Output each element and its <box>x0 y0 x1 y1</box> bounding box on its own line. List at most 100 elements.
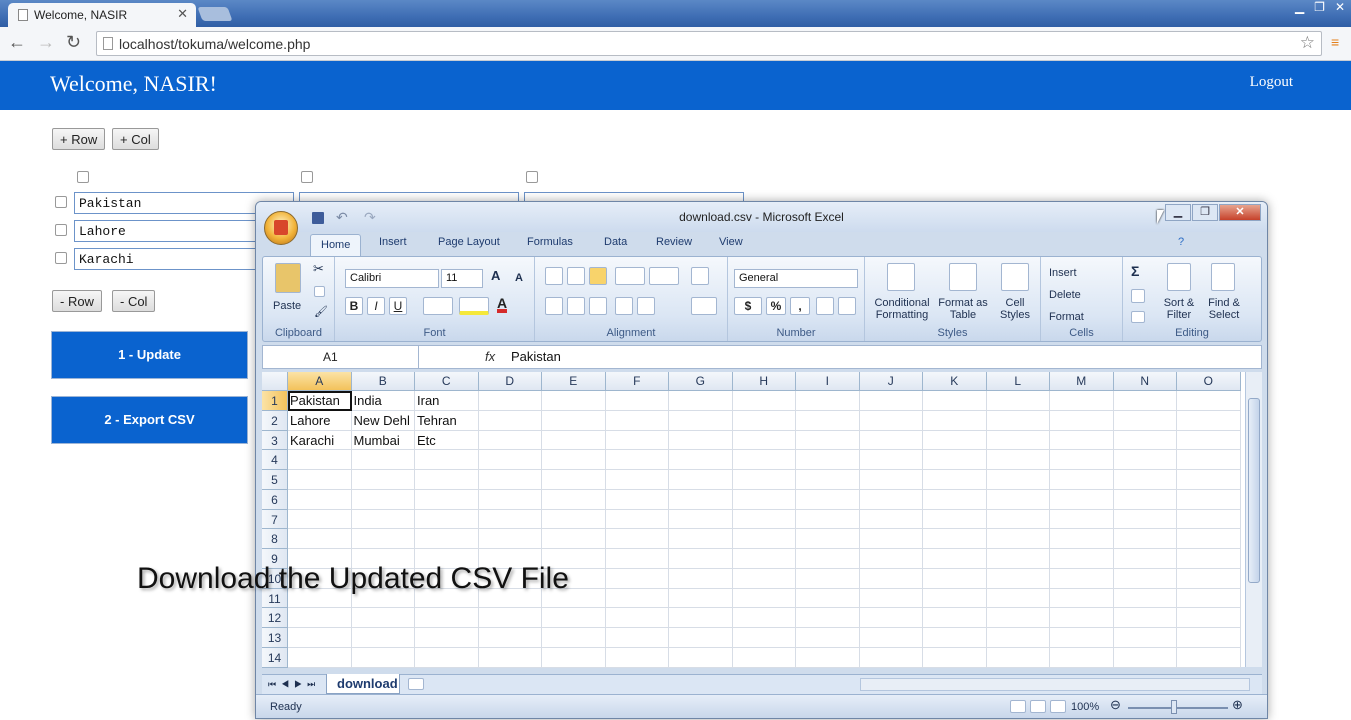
grid-cell[interactable] <box>351 647 415 668</box>
row-header[interactable]: 5 <box>262 470 288 490</box>
format-painter-icon[interactable]: 🖌 <box>314 306 328 318</box>
new-sheet-icon[interactable] <box>408 678 424 690</box>
column-header[interactable]: D <box>478 372 542 391</box>
new-tab-button[interactable] <box>197 7 233 21</box>
column-header[interactable]: A <box>288 372 352 391</box>
grid-cell[interactable] <box>1113 509 1177 530</box>
select-all-corner[interactable] <box>262 372 288 391</box>
minimize-icon[interactable]: ▁ <box>1165 204 1191 221</box>
grid-cell[interactable] <box>478 470 542 490</box>
grid-cell[interactable] <box>669 450 733 470</box>
column-header[interactable]: N <box>1113 372 1177 391</box>
grid-cell[interactable] <box>732 568 796 589</box>
row-header[interactable]: 4 <box>262 450 288 470</box>
tab-view[interactable]: View <box>719 236 743 248</box>
reload-icon[interactable]: ↻ <box>66 32 81 53</box>
page-break-view-icon[interactable] <box>1050 700 1066 713</box>
grid-cell[interactable] <box>1113 549 1177 569</box>
spreadsheet-grid[interactable]: A B C D E F G H I J K L M N O 1 Pakistan India Iran 2 Lahore… <box>262 372 1245 668</box>
grid-cell[interactable] <box>605 647 669 668</box>
export-csv-button[interactable]: 2 - Export CSV <box>51 396 248 444</box>
grid-cell[interactable] <box>288 529 352 549</box>
font-size-select[interactable]: 11 <box>441 269 483 288</box>
grid-cell[interactable] <box>351 628 415 648</box>
grid-cell[interactable] <box>796 391 860 411</box>
grid-cell[interactable] <box>1177 647 1241 668</box>
grid-cell[interactable] <box>986 647 1050 668</box>
grid-cell[interactable] <box>796 549 860 569</box>
grid-cell[interactable] <box>986 549 1050 569</box>
grid-cell[interactable] <box>1113 430 1177 451</box>
grid-cell[interactable] <box>986 489 1050 510</box>
formula-input[interactable]: Pakistan <box>511 349 561 364</box>
increase-decimal-icon[interactable] <box>816 297 834 315</box>
grid-cell[interactable] <box>986 391 1050 411</box>
grid-cell[interactable] <box>605 509 669 530</box>
grid-cell[interactable]: Mumbai <box>351 430 415 451</box>
grid-cell[interactable] <box>732 391 796 411</box>
grid-cell[interactable] <box>542 430 606 451</box>
grid-cell[interactable] <box>1050 470 1114 490</box>
grid-cell[interactable] <box>796 568 860 589</box>
grid-cell[interactable] <box>859 529 923 549</box>
clear-icon[interactable] <box>1131 311 1145 323</box>
currency-button[interactable]: $ <box>734 297 762 315</box>
grid-cell[interactable] <box>542 470 606 490</box>
grid-cell[interactable] <box>1050 588 1114 609</box>
grid-cell[interactable] <box>796 608 860 628</box>
grid-cell[interactable] <box>796 430 860 451</box>
grid-cell[interactable] <box>732 470 796 490</box>
row-checkbox[interactable] <box>55 196 67 208</box>
grid-cell[interactable] <box>923 391 987 411</box>
grid-cell[interactable]: Tehran <box>415 410 479 431</box>
add-row-button[interactable]: + Row <box>52 128 106 150</box>
grid-cell[interactable] <box>1050 430 1114 451</box>
grid-cell[interactable] <box>605 549 669 569</box>
grid-cell[interactable] <box>859 489 923 510</box>
row-checkbox[interactable] <box>55 224 67 236</box>
column-checkbox[interactable] <box>77 171 89 183</box>
column-checkbox[interactable] <box>301 171 313 183</box>
grid-cell[interactable] <box>605 391 669 411</box>
grid-cell[interactable] <box>1050 509 1114 530</box>
align-middle-icon[interactable] <box>567 267 585 285</box>
tab-review[interactable]: Review <box>656 236 692 248</box>
conditional-formatting-button[interactable]: Conditional Formatting <box>869 297 935 321</box>
format-button[interactable]: Format <box>1049 311 1084 323</box>
conditional-formatting-icon[interactable] <box>887 263 915 291</box>
grid-cell[interactable] <box>478 529 542 549</box>
grid-cell[interactable] <box>415 470 479 490</box>
grid-cell[interactable] <box>732 509 796 530</box>
paste-icon[interactable] <box>275 263 301 293</box>
grid-cell[interactable] <box>1050 529 1114 549</box>
grid-cell[interactable] <box>478 647 542 668</box>
bookmark-star-icon[interactable]: ☆ <box>1300 33 1315 53</box>
grid-cell[interactable] <box>1177 410 1241 431</box>
grid-cell[interactable] <box>986 430 1050 451</box>
grid-cell[interactable] <box>288 489 352 510</box>
save-icon[interactable] <box>312 212 324 224</box>
page-layout-view-icon[interactable] <box>1030 700 1046 713</box>
cut-icon[interactable]: ✂ <box>313 262 324 275</box>
grid-cell[interactable] <box>796 489 860 510</box>
grid-cell[interactable] <box>351 489 415 510</box>
grid-cell[interactable] <box>1050 647 1114 668</box>
grid-cell[interactable] <box>923 410 987 431</box>
grid-cell[interactable] <box>796 410 860 431</box>
grid-cell[interactable] <box>1177 430 1241 451</box>
cell-styles-icon[interactable] <box>1001 263 1029 291</box>
orientation-icon[interactable] <box>615 267 645 285</box>
grid-cell[interactable] <box>1113 489 1177 510</box>
grid-cell[interactable] <box>1050 608 1114 628</box>
add-col-button[interactable]: + Col <box>112 128 159 150</box>
grid-cell[interactable] <box>859 549 923 569</box>
grid-cell[interactable] <box>732 628 796 648</box>
paste-label[interactable]: Paste <box>273 300 301 312</box>
grid-cell[interactable] <box>986 608 1050 628</box>
grid-cell[interactable] <box>923 628 987 648</box>
font-color-icon[interactable]: A <box>497 296 508 313</box>
grid-cell[interactable] <box>1050 568 1114 589</box>
column-header[interactable]: M <box>1050 372 1114 391</box>
text-direction-icon[interactable] <box>649 267 679 285</box>
grid-cell[interactable] <box>732 647 796 668</box>
